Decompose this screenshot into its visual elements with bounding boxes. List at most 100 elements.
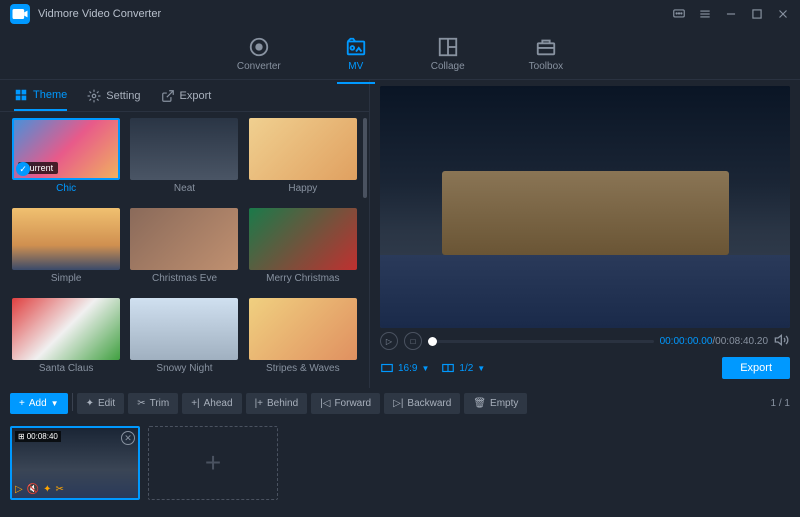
split-value: 1/2 [459, 363, 473, 374]
sub-tab-export[interactable]: Export [161, 82, 212, 110]
export-button[interactable]: Export [722, 357, 790, 379]
nav-tab-converter[interactable]: Converter [229, 32, 289, 76]
sub-tab-label: Theme [33, 89, 67, 101]
nav-tab-mv[interactable]: MV [337, 32, 375, 76]
progress-bar[interactable] [428, 340, 654, 343]
main: Theme Setting Export Current ✓ Chic N [0, 80, 800, 388]
chevron-down-icon: ▼ [51, 399, 59, 408]
clip-play-icon[interactable]: ▷ [15, 484, 23, 495]
theme-label: Merry Christmas [266, 273, 339, 284]
theme-card[interactable]: Snowy Night [128, 298, 240, 382]
titlebar-controls [672, 7, 790, 21]
video-preview[interactable] [380, 86, 790, 328]
nav-tab-collage[interactable]: Collage [423, 32, 473, 76]
menu-icon[interactable] [698, 7, 712, 21]
collage-icon [437, 36, 459, 58]
theme-label: Chic [56, 183, 76, 194]
aspect-ratio-select[interactable]: 16:9 ▼ [380, 361, 429, 375]
forward-button[interactable]: |◁Forward [311, 393, 380, 414]
maximize-icon[interactable] [750, 7, 764, 21]
theme-card[interactable]: Simple [10, 208, 122, 292]
sub-tab-label: Setting [106, 90, 140, 102]
right-panel: ▷ □ 00:00:00.00/00:08:40.20 16:9 ▼ 1/2 ▼… [370, 80, 800, 388]
clip-remove-button[interactable]: ✕ [121, 431, 135, 445]
titlebar-left: Vidmore Video Converter [10, 4, 161, 24]
sub-tab-setting[interactable]: Setting [87, 82, 140, 110]
clip-trim-icon[interactable]: ✂ [56, 484, 64, 495]
feedback-icon[interactable] [672, 7, 686, 21]
theme-card[interactable]: Happy [247, 118, 359, 202]
toolbox-icon [535, 36, 557, 58]
add-button[interactable]: +Add▼ [10, 393, 68, 414]
theme-label: Neat [174, 183, 195, 194]
plus-icon: + [205, 447, 221, 479]
theme-thumb [249, 208, 357, 270]
ahead-button[interactable]: +|Ahead [182, 393, 241, 414]
app-logo [10, 4, 30, 24]
theme-label: Stripes & Waves [266, 363, 340, 374]
ratio-bar: 16:9 ▼ 1/2 ▼ Export [380, 354, 790, 382]
film-icon: ⊞ [18, 432, 25, 441]
edit-button[interactable]: ✦Edit [77, 393, 125, 414]
theme-card[interactable]: Santa Claus [10, 298, 122, 382]
theme-card[interactable]: Current ✓ Chic [10, 118, 122, 202]
theme-thumb [12, 208, 120, 270]
volume-icon[interactable] [774, 332, 790, 351]
theme-label: Happy [288, 183, 317, 194]
converter-icon [248, 36, 270, 58]
theme-thumb [130, 118, 238, 180]
theme-card[interactable]: Neat [128, 118, 240, 202]
nav-label: Toolbox [529, 61, 563, 72]
theme-thumb [249, 298, 357, 360]
aspect-value: 16:9 [398, 363, 417, 374]
theme-label: Simple [51, 273, 82, 284]
clip-duration: ⊞00:08:40 [15, 431, 61, 442]
backward-button[interactable]: ▷|Backward [384, 393, 460, 414]
mv-icon [345, 36, 367, 58]
trim-button[interactable]: ✂Trim [128, 393, 178, 414]
sub-tabs: Theme Setting Export [0, 80, 369, 112]
theme-card[interactable]: Christmas Eve [128, 208, 240, 292]
add-clip-button[interactable]: + [148, 426, 278, 500]
themes-grid: Current ✓ Chic Neat Happy Simple Christm… [0, 112, 369, 388]
backward-icon: ▷| [393, 398, 403, 409]
split-select[interactable]: 1/2 ▼ [441, 361, 485, 375]
theme-thumb [130, 298, 238, 360]
nav-label: Collage [431, 61, 465, 72]
nav-label: Converter [237, 61, 281, 72]
theme-label: Santa Claus [39, 363, 93, 374]
behind-icon: |+ [255, 398, 263, 409]
titlebar: Vidmore Video Converter [0, 0, 800, 28]
plus-icon: + [19, 398, 25, 409]
theme-thumb [249, 118, 357, 180]
nav-tabs: Converter MV Collage Toolbox [0, 28, 800, 80]
trash-icon: 🗑 [473, 398, 486, 409]
theme-card[interactable]: Merry Christmas [247, 208, 359, 292]
forward-icon: |◁ [320, 398, 330, 409]
time-current: 00:00:00.00 [660, 336, 713, 347]
nav-tab-toolbox[interactable]: Toolbox [521, 32, 571, 76]
scissors-icon: ✂ [137, 398, 145, 409]
theme-thumb: Current ✓ [12, 118, 120, 180]
theme-card[interactable]: Stripes & Waves [247, 298, 359, 382]
stop-button[interactable]: □ [404, 332, 422, 350]
minimize-icon[interactable] [724, 7, 738, 21]
player-controls: ▷ □ 00:00:00.00/00:08:40.20 [380, 328, 790, 354]
ahead-icon: +| [191, 398, 199, 409]
close-icon[interactable] [776, 7, 790, 21]
scrollbar[interactable] [363, 118, 367, 198]
time-total: /00:08:40.20 [712, 336, 768, 347]
empty-button[interactable]: 🗑Empty [464, 393, 527, 414]
behind-button[interactable]: |+Behind [246, 393, 308, 414]
clip-actions: ▷ 🔇 ✦ ✂ [15, 484, 64, 495]
app-title: Vidmore Video Converter [38, 8, 161, 20]
page-indicator: 1 / 1 [771, 398, 790, 409]
progress-handle[interactable] [428, 337, 437, 346]
timeline: ⊞00:08:40 ✕ ▷ 🔇 ✦ ✂ + [0, 418, 800, 508]
clip-mute-icon[interactable]: 🔇 [27, 484, 39, 495]
timeline-clip[interactable]: ⊞00:08:40 ✕ ▷ 🔇 ✦ ✂ [10, 426, 140, 500]
clip-edit-icon[interactable]: ✦ [43, 484, 51, 495]
sub-tab-theme[interactable]: Theme [14, 81, 67, 111]
play-button[interactable]: ▷ [380, 332, 398, 350]
wand-icon: ✦ [86, 398, 94, 409]
